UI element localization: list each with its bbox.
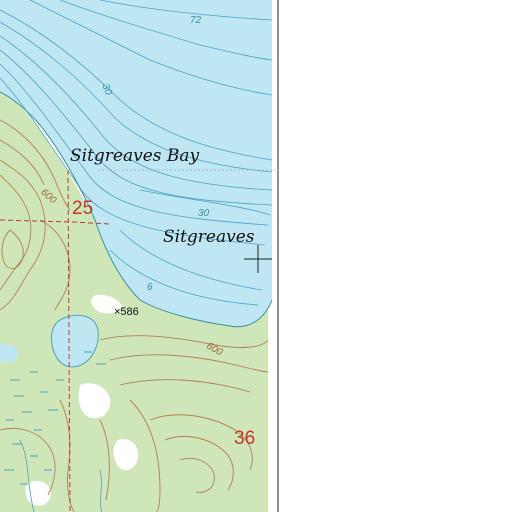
section-number-36: 36 [234, 428, 256, 449]
section-number-25: 25 [72, 198, 94, 219]
depth-label-72: 72 [190, 15, 202, 26]
spot-elevation-label: ×586 [114, 306, 139, 318]
bay-name-label: Sitgreaves Bay [70, 146, 200, 166]
depth-label-6: 6 [147, 282, 153, 293]
feature-name-label: Sitgreaves [163, 227, 255, 247]
depth-label-30-lower: 30 [198, 208, 210, 219]
map-graphics [0, 0, 512, 512]
topo-map[interactable]: Sitgreaves Bay Sitgreaves 72 30 30 6 600… [0, 0, 512, 512]
